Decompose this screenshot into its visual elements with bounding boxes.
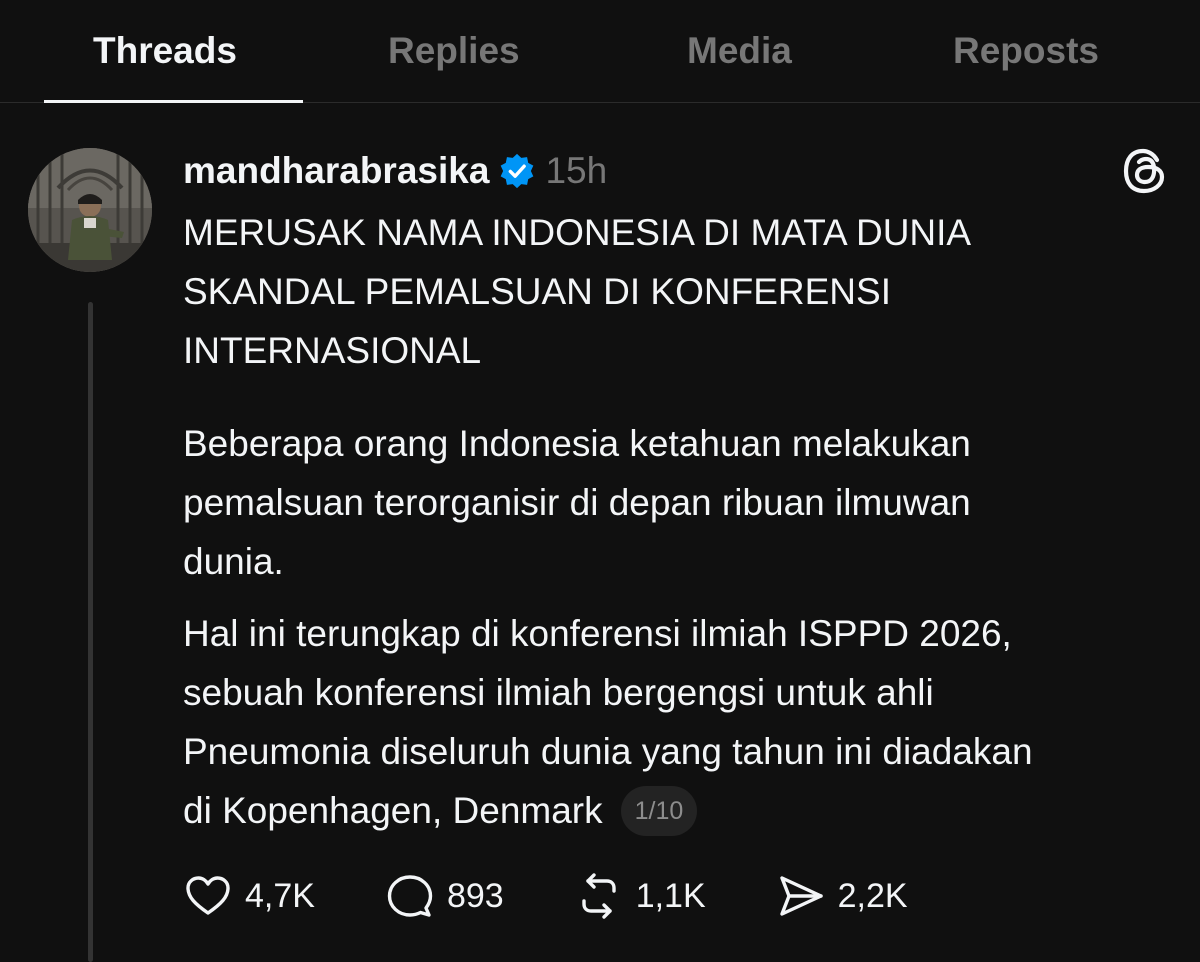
headline-line: INTERNASIONAL: [183, 330, 482, 371]
repost-icon: [581, 873, 616, 919]
reply-button[interactable]: 893: [385, 871, 504, 921]
paragraph-line: di Kopenhagen, Denmark: [183, 790, 603, 831]
post-headline: MERUSAK NAMA INDONESIA DI MATA DUNIA SKA…: [183, 203, 1183, 380]
post-paragraph-1: Beberapa orang Indonesia ketahuan melaku…: [183, 414, 1183, 591]
repost-button[interactable]: 1,1K: [574, 871, 706, 921]
profile-tabs: Threads Replies Media Reposts: [0, 0, 1200, 103]
active-tab-indicator: [44, 100, 303, 103]
avatar[interactable]: [28, 148, 152, 272]
post-paragraph-2: Hal ini terungkap di konferensi ilmiah I…: [183, 604, 1183, 840]
post-time: 15h: [545, 150, 608, 191]
paragraph-line: Hal ini terungkap di konferensi ilmiah I…: [183, 613, 1012, 654]
tab-threads[interactable]: Threads: [93, 30, 237, 72]
headline-line: SKANDAL PEMALSUAN DI KONFERENSI: [183, 271, 891, 312]
tab-replies[interactable]: Replies: [388, 30, 520, 72]
avatar-photo: [28, 148, 152, 272]
share-count: 2,2K: [837, 876, 908, 915]
like-count: 4,7K: [245, 876, 315, 915]
post-header: mandharabrasika 15h: [183, 146, 607, 196]
post-actions: 4,7K 893 1,1K 2,2K: [183, 868, 978, 924]
thread-counter-badge: 1/10: [620, 786, 698, 836]
comment-icon: [387, 875, 433, 917]
share-button[interactable]: 2,2K: [776, 871, 908, 921]
like-button[interactable]: 4,7K: [183, 871, 315, 921]
username[interactable]: mandharabrasika: [183, 150, 489, 192]
share-icon: [779, 876, 823, 916]
thread-line: [88, 302, 93, 962]
paragraph-line: pemalsuan terorganisir di depan ribuan i…: [183, 482, 971, 523]
paragraph-line: sebuah konferensi ilmiah bergengsi untuk…: [183, 672, 934, 713]
threads-logo-icon[interactable]: [1121, 147, 1169, 195]
reply-count: 893: [446, 876, 504, 915]
headline-line: MERUSAK NAMA INDONESIA DI MATA DUNIA: [183, 212, 972, 253]
tab-media[interactable]: Media: [687, 30, 792, 72]
paragraph-line: Pneumonia diseluruh dunia yang tahun ini…: [183, 731, 1033, 772]
paragraph-line-last: di Kopenhagen, Denmark 1/10: [183, 781, 1183, 840]
verified-badge-icon: [498, 152, 536, 190]
tab-reposts[interactable]: Reposts: [953, 30, 1099, 72]
paragraph-line: dunia.: [183, 541, 284, 582]
paragraph-line: Beberapa orang Indonesia ketahuan melaku…: [183, 423, 971, 464]
repost-count: 1,1K: [635, 876, 706, 915]
heart-icon: [186, 876, 230, 915]
